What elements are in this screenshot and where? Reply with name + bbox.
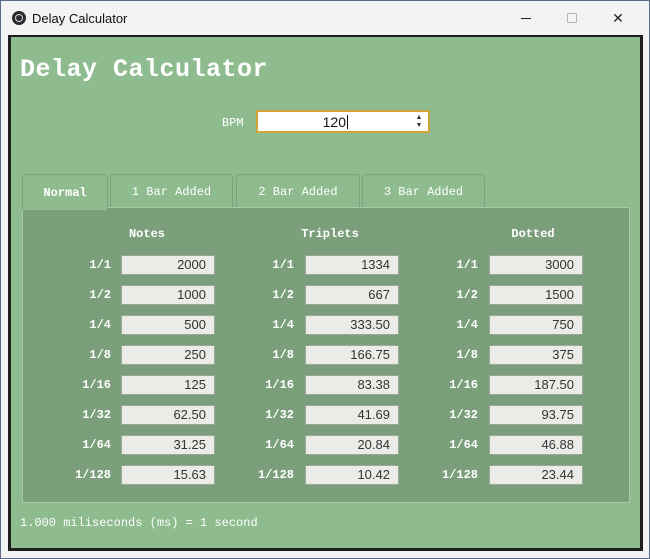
maximize-button[interactable] — [549, 1, 595, 35]
delay-value-field[interactable]: 15.63 — [121, 465, 215, 485]
note-label: 1/2 — [272, 288, 294, 302]
note-label: 1/4 — [272, 318, 294, 332]
column-header-dotted: Dotted — [511, 227, 555, 241]
delay-value-field[interactable]: 10.42 — [305, 465, 399, 485]
tab-2-bar-added[interactable]: 2 Bar Added — [236, 174, 360, 208]
bpm-spinbox[interactable]: 120 ▲ ▼ — [256, 110, 430, 133]
note-label: 1/16 — [265, 378, 294, 392]
delay-value-field[interactable]: 20.84 — [305, 435, 399, 455]
delay-value-field[interactable]: 46.88 — [489, 435, 583, 455]
delay-value-field[interactable]: 1000 — [121, 285, 215, 305]
delay-value-field[interactable]: 23.44 — [489, 465, 583, 485]
note-label: 1/1 — [272, 258, 294, 272]
note-label: 1/64 — [449, 438, 478, 452]
page-title: Delay Calculator — [20, 55, 269, 84]
note-label: 1/1 — [456, 258, 478, 272]
tab-1-bar-added[interactable]: 1 Bar Added — [110, 174, 233, 208]
text-caret — [347, 115, 348, 129]
note-label: 1/8 — [272, 348, 294, 362]
delay-value-field[interactable]: 41.69 — [305, 405, 399, 425]
note-label: 1/2 — [89, 288, 111, 302]
spin-buttons[interactable]: ▲ ▼ — [414, 114, 424, 130]
note-label: 1/64 — [265, 438, 294, 452]
close-icon: ✕ — [612, 9, 624, 26]
delay-value-field[interactable]: 1334 — [305, 255, 399, 275]
delay-value-field[interactable]: 3000 — [489, 255, 583, 275]
note-label: 1/4 — [89, 318, 111, 332]
delay-value-field[interactable]: 250 — [121, 345, 215, 365]
delay-value-field[interactable]: 83.38 — [305, 375, 399, 395]
note-label: 1/32 — [265, 408, 294, 422]
tab-normal[interactable]: Normal — [22, 174, 108, 210]
delay-value-field[interactable]: 166.75 — [305, 345, 399, 365]
delay-value-field[interactable]: 333.50 — [305, 315, 399, 335]
note-label: 1/128 — [441, 468, 478, 482]
note-label: 1/16 — [449, 378, 478, 392]
window-title: Delay Calculator — [32, 11, 128, 26]
delay-value-field[interactable]: 500 — [121, 315, 215, 335]
delay-value-field[interactable]: 187.50 — [489, 375, 583, 395]
note-label: 1/64 — [82, 438, 111, 452]
delay-value-field[interactable]: 750 — [489, 315, 583, 335]
note-label: 1/32 — [449, 408, 478, 422]
delay-value-field[interactable]: 2000 — [121, 255, 215, 275]
app-logo-icon — [12, 11, 26, 25]
note-label: 1/128 — [74, 468, 111, 482]
minimize-button[interactable] — [503, 1, 549, 35]
footer-note: 1.000 miliseconds (ms) = 1 second — [20, 516, 258, 530]
column-header-triplets: Triplets — [301, 227, 359, 241]
app-window: Delay Calculator ✕ Delay Calculator BPM … — [0, 0, 650, 559]
app-client-area: Delay Calculator BPM 120 ▲ ▼ Normal 1 Bar… — [8, 35, 643, 551]
spin-down-icon[interactable]: ▼ — [414, 122, 424, 130]
column-header-notes: Notes — [128, 227, 165, 241]
close-button[interactable]: ✕ — [595, 1, 641, 35]
bpm-value[interactable]: 120 — [258, 114, 346, 130]
note-label: 1/8 — [456, 348, 478, 362]
note-label: 1/8 — [89, 348, 111, 362]
delay-value-field[interactable]: 93.75 — [489, 405, 583, 425]
tab-panel-normal: Notes 1/1 2000 1/2 1000 1/4 500 1/8 250 1/16 125 1/… — [22, 207, 630, 503]
note-label: 1/1 — [89, 258, 111, 272]
note-label: 1/16 — [82, 378, 111, 392]
minimize-icon — [521, 17, 531, 19]
delay-value-field[interactable]: 667 — [305, 285, 399, 305]
delay-value-field[interactable]: 31.25 — [121, 435, 215, 455]
bpm-label: BPM — [222, 116, 244, 130]
spin-up-icon[interactable]: ▲ — [414, 114, 424, 122]
note-label: 1/32 — [82, 408, 111, 422]
note-label: 1/4 — [456, 318, 478, 332]
delay-value-field[interactable]: 62.50 — [121, 405, 215, 425]
delay-value-field[interactable]: 1500 — [489, 285, 583, 305]
tab-3-bar-added[interactable]: 3 Bar Added — [362, 174, 485, 208]
title-bar[interactable]: Delay Calculator ✕ — [1, 1, 649, 35]
note-label: 1/128 — [257, 468, 294, 482]
maximize-icon — [567, 13, 577, 23]
delay-value-field[interactable]: 375 — [489, 345, 583, 365]
note-label: 1/2 — [456, 288, 478, 302]
delay-value-field[interactable]: 125 — [121, 375, 215, 395]
